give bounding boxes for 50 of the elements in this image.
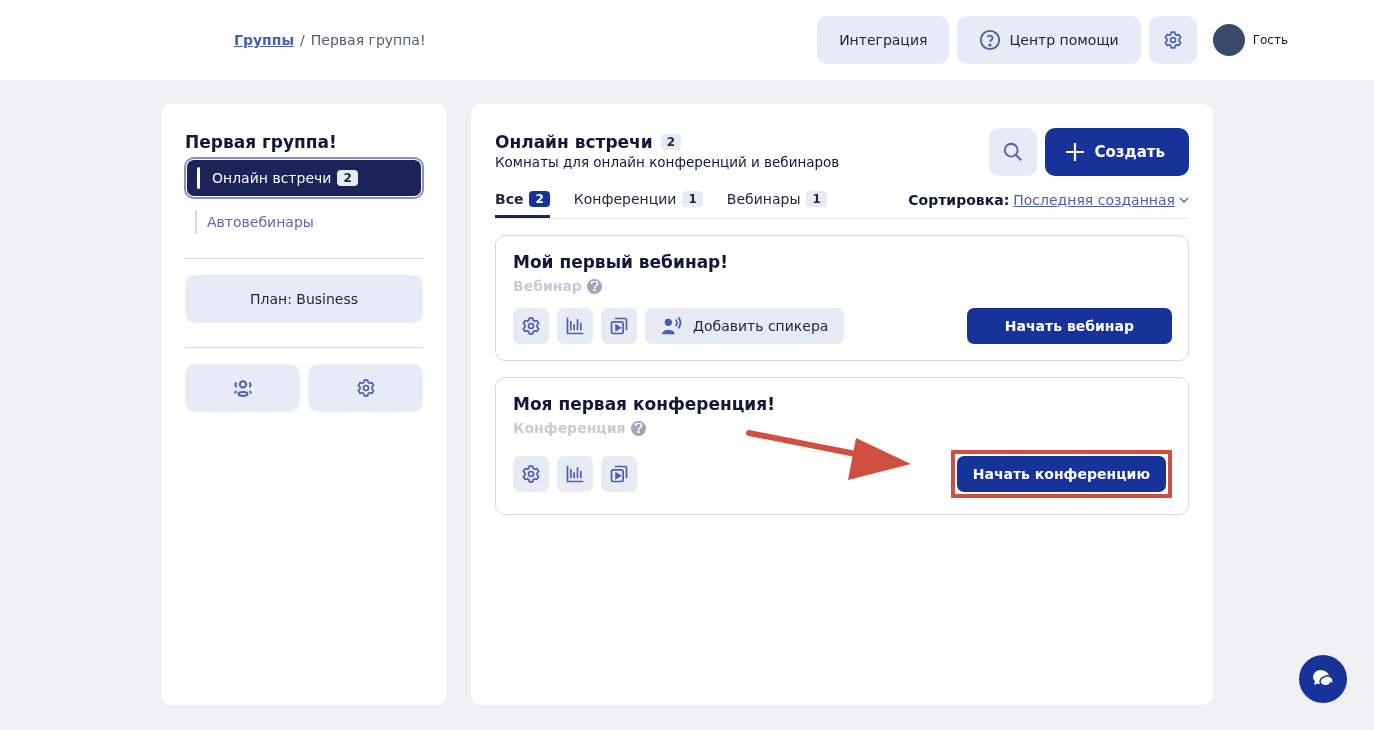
filter-tab[interactable]: Конференции 1 <box>573 182 703 218</box>
video-files-icon <box>609 316 629 336</box>
chat-button[interactable] <box>1299 655 1347 703</box>
start-button[interactable]: Начать вебинар <box>966 308 1172 344</box>
settings-button[interactable] <box>1148 16 1197 64</box>
settings-icon <box>355 378 376 398</box>
plan-button[interactable]: План: Business <box>185 275 423 323</box>
section-subtitle: Комнаты для онлайн конференций и вебинаров <box>495 154 840 170</box>
people-icon <box>231 378 254 398</box>
sort-dropdown[interactable]: Последняя созданная <box>1013 192 1175 208</box>
breadcrumb-separator: / <box>300 32 305 48</box>
settings-icon <box>521 464 541 484</box>
settings-icon <box>1162 30 1183 50</box>
sidebar-item[interactable]: Онлайн встречи 2 <box>187 160 421 196</box>
recordings-button[interactable] <box>601 456 637 492</box>
breadcrumb-link[interactable]: Группы <box>234 32 295 48</box>
group-title: Первая группа! <box>185 132 338 152</box>
settings-icon <box>521 316 541 336</box>
help-center-button[interactable]: Центр помощи <box>957 16 1141 64</box>
add-speaker-button[interactable]: Добавить спикера <box>645 308 845 344</box>
search-button[interactable] <box>988 128 1037 176</box>
create-button[interactable]: Создать <box>1044 128 1189 176</box>
room-settings-button[interactable] <box>513 308 549 344</box>
room-title: Мой первый вебинар! <box>513 252 730 272</box>
breadcrumb-current: Первая группа! <box>310 32 426 48</box>
bar-chart-icon <box>565 316 585 336</box>
search-icon <box>1001 141 1024 163</box>
plus-icon <box>1064 142 1085 162</box>
user-name: Гость <box>1252 33 1288 47</box>
start-button[interactable]: Начать конференцию <box>956 456 1166 492</box>
count-badge: 2 <box>660 134 682 150</box>
sidebar-item[interactable]: Автовебинары <box>195 210 423 234</box>
speaker-icon <box>661 316 683 336</box>
room-settings-button[interactable] <box>513 456 549 492</box>
group-settings-button[interactable] <box>308 364 423 412</box>
help-icon <box>979 29 1002 51</box>
statistics-button[interactable] <box>557 456 593 492</box>
section-title: Онлайн встречи <box>495 132 653 152</box>
room-title: Моя первая конференция! <box>513 394 776 414</box>
sort-label: Сортировка: <box>908 192 1010 208</box>
statistics-button[interactable] <box>557 308 593 344</box>
video-files-icon <box>609 464 629 484</box>
avatar[interactable] <box>1212 24 1245 56</box>
bar-chart-icon <box>565 464 585 484</box>
integration-button[interactable]: Интеграция <box>817 16 950 64</box>
chevron-down-icon <box>1179 197 1189 203</box>
filter-tab[interactable]: Вебинары 1 <box>726 182 827 218</box>
recordings-button[interactable] <box>601 308 637 344</box>
count-badge: 2 <box>337 170 358 186</box>
filter-tab[interactable]: Все 2 <box>495 182 550 218</box>
